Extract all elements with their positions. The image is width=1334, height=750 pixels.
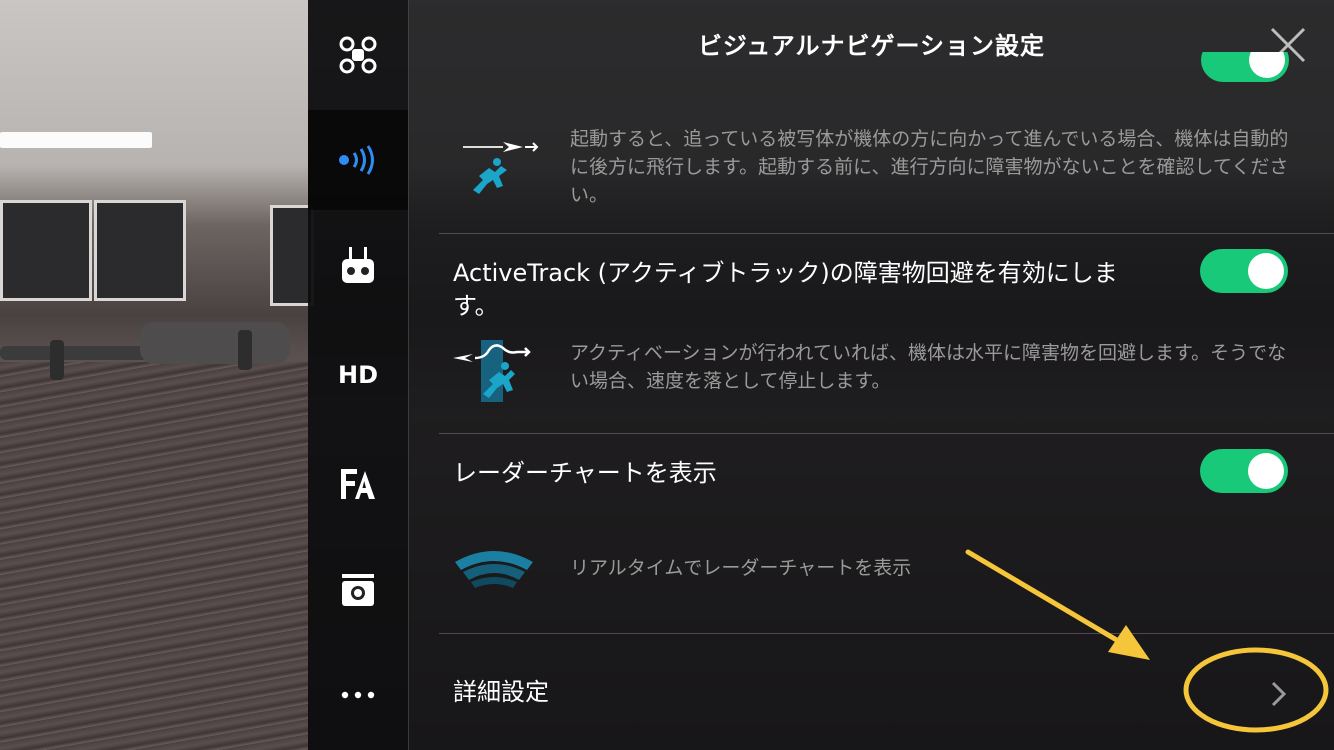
sidebar-item-camera[interactable]	[308, 540, 408, 640]
more-icon	[341, 691, 375, 699]
toggle-knob	[1248, 253, 1284, 289]
sidebar-item-aircraft[interactable]	[308, 5, 408, 105]
sidebar-item-more[interactable]	[308, 645, 408, 745]
radar-chart-toggle[interactable]	[1200, 449, 1288, 493]
activetrack-illustration	[451, 336, 535, 410]
sidebar-item-display[interactable]	[308, 433, 408, 533]
ceiling-light	[0, 132, 152, 148]
backward-flight-toggle[interactable]	[1201, 52, 1289, 96]
sidebar-item-remote[interactable]	[308, 215, 408, 315]
drone-leg	[50, 340, 64, 380]
advanced-settings-label: 詳細設定	[453, 678, 549, 706]
settings-sidebar: HD	[308, 0, 409, 750]
drone-leg	[238, 330, 252, 370]
backward-flight-illustration	[459, 130, 539, 204]
radar-chart-description: リアルタイムでレーダーチャートを表示	[570, 557, 912, 579]
runner-backward-icon	[463, 142, 539, 194]
visual-navigation-settings: ビジュアルナビゲーション設定 起動すると、追っている被写体が機体の方に向かって進…	[409, 0, 1334, 750]
activetrack-avoidance-label: ActiveTrack (アクティブトラック)の障害物回避を有効にします。	[453, 259, 1118, 320]
drone-body	[140, 322, 290, 364]
radar-chart-label: レーダーチャートを表示	[453, 459, 717, 487]
activetrack-avoidance-toggle[interactable]	[1200, 249, 1288, 293]
chevron-right-icon[interactable]	[1269, 680, 1289, 708]
radar-chart-icon	[455, 551, 533, 588]
hd-icon: HD	[337, 361, 378, 389]
office-window	[94, 200, 186, 301]
backward-flight-description: 起動すると、追っている被写体が機体の方に向かって進んでいる場合、機体は自動的に後…	[570, 128, 1289, 206]
divider	[439, 433, 1334, 434]
sidebar-item-transmission[interactable]	[308, 110, 408, 210]
office-window	[0, 200, 92, 301]
sidebar-item-hd[interactable]: HD	[308, 325, 408, 425]
toggle-knob	[1249, 52, 1285, 78]
radar-illustration	[451, 540, 537, 594]
fa-text-icon	[341, 469, 375, 499]
page-title: ビジュアルナビゲーション設定	[697, 32, 1046, 60]
obstacle-avoid-icon	[453, 340, 531, 402]
drone-icon	[339, 36, 377, 74]
advanced-settings-row[interactable]: 詳細設定	[439, 634, 1334, 750]
remote-controller-icon	[342, 247, 374, 283]
camera-icon	[342, 574, 374, 606]
drone-arm	[0, 346, 150, 360]
signal-icon	[339, 145, 374, 175]
desk-surface	[0, 362, 308, 750]
activetrack-avoidance-description: アクティベーションが行われていれば、機体は水平に障害物を回避します。そうでない場…	[570, 342, 1287, 392]
toggle-knob	[1248, 453, 1284, 489]
divider	[439, 233, 1334, 234]
